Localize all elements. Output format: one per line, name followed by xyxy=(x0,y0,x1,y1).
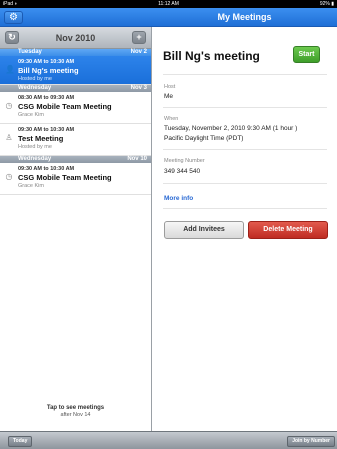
when-timezone: Pacific Daylight Time (PDT) xyxy=(164,135,244,142)
bottom-toolbar: Today Join by Number xyxy=(0,431,337,449)
more-info-link[interactable]: More info xyxy=(164,195,193,202)
delete-meeting-button[interactable]: Delete Meeting xyxy=(248,221,328,239)
meeting-name: Bill Ng's meeting xyxy=(18,66,79,75)
day-header: Wednesday Nov 3 xyxy=(0,85,151,92)
month-label: Nov 2010 xyxy=(55,33,96,43)
join-by-number-button[interactable]: Join by Number xyxy=(287,436,335,447)
meeting-name: CSG Mobile Team Meeting xyxy=(18,173,112,182)
load-more-meetings[interactable]: Tap to see meetings after Nov 14 xyxy=(0,404,151,419)
day-date: Nov 3 xyxy=(130,85,147,91)
when-label: When xyxy=(164,116,179,122)
meeting-number-value: 349 344 540 xyxy=(164,168,201,175)
meeting-detail-panel: Bill Ng's meeting Start Host Me When Tue… xyxy=(153,27,337,431)
meeting-list-item[interactable]: ♙ 09:30 AM to 10:30 AM Test Meeting Host… xyxy=(0,124,151,156)
divider xyxy=(163,149,327,150)
meeting-host: Hosted by me xyxy=(18,76,52,82)
status-time: 11:12 AM xyxy=(158,1,179,7)
meeting-host: Hosted by me xyxy=(18,144,52,150)
when-date: Tuesday, November 2, 2010 9:30 AM (1 hou… xyxy=(164,125,298,132)
meeting-host: Grace Kim xyxy=(18,112,44,118)
meeting-time: 09:30 AM to 10:30 AM xyxy=(18,166,75,172)
battery-indicator: 92% ▮ xyxy=(319,1,334,7)
meeting-list-item[interactable]: 👤 09:30 AM to 10:30 AM Bill Ng's meeting… xyxy=(0,56,151,85)
clock-icon: ◷ xyxy=(5,101,13,110)
meeting-name: CSG Mobile Team Meeting xyxy=(18,102,112,111)
meeting-list-item[interactable]: ◷ 09:30 AM to 10:30 AM CSG Mobile Team M… xyxy=(0,163,151,195)
month-header: ↻ Nov 2010 + xyxy=(0,27,151,49)
page-title: My Meetings xyxy=(217,12,272,22)
divider xyxy=(163,107,327,108)
meeting-host: Grace Kim xyxy=(18,183,44,189)
day-name: Wednesday xyxy=(18,156,52,162)
nav-bar: ⚙ My Meetings xyxy=(0,8,337,27)
day-name: Tuesday xyxy=(18,49,42,55)
day-header: Wednesday Nov 10 xyxy=(0,156,151,163)
meeting-title: Bill Ng's meeting xyxy=(163,49,260,63)
add-invitees-button[interactable]: Add Invitees xyxy=(164,221,244,239)
tap-note-line1: Tap to see meetings xyxy=(46,405,105,411)
start-button[interactable]: Start xyxy=(293,46,320,63)
meeting-list-sidebar: ↻ Nov 2010 + Tuesday Nov 2 👤 09:30 AM to… xyxy=(0,27,152,431)
day-date: Nov 10 xyxy=(127,156,147,162)
meeting-time: 08:30 AM to 09:30 AM xyxy=(18,95,75,101)
meeting-time: 09:30 AM to 10:30 AM xyxy=(18,59,75,65)
divider xyxy=(163,74,327,75)
status-bar: iPad ◗ 11:12 AM 92% ▮ xyxy=(0,0,337,8)
person-icon: ♙ xyxy=(5,133,13,142)
clock-icon: ◷ xyxy=(5,172,13,181)
meeting-list-item[interactable]: ◷ 08:30 AM to 09:30 AM CSG Mobile Team M… xyxy=(0,92,151,124)
day-date: Nov 2 xyxy=(130,49,147,55)
meeting-name: Test Meeting xyxy=(18,134,64,143)
meeting-number-label: Meeting Number xyxy=(164,158,205,164)
divider xyxy=(163,208,327,209)
day-name: Wednesday xyxy=(18,85,52,91)
host-value: Me xyxy=(164,93,174,100)
divider xyxy=(163,183,327,184)
today-button[interactable]: Today xyxy=(8,436,33,447)
tap-note-line2: after Nov 14 xyxy=(60,412,91,418)
day-header: Tuesday Nov 2 xyxy=(0,49,151,56)
host-label: Host xyxy=(164,84,176,90)
add-icon[interactable]: + xyxy=(132,31,146,44)
gear-icon[interactable]: ⚙ xyxy=(4,11,23,24)
meeting-time: 09:30 AM to 10:30 AM xyxy=(18,127,75,133)
person-icon: 👤 xyxy=(5,65,15,74)
